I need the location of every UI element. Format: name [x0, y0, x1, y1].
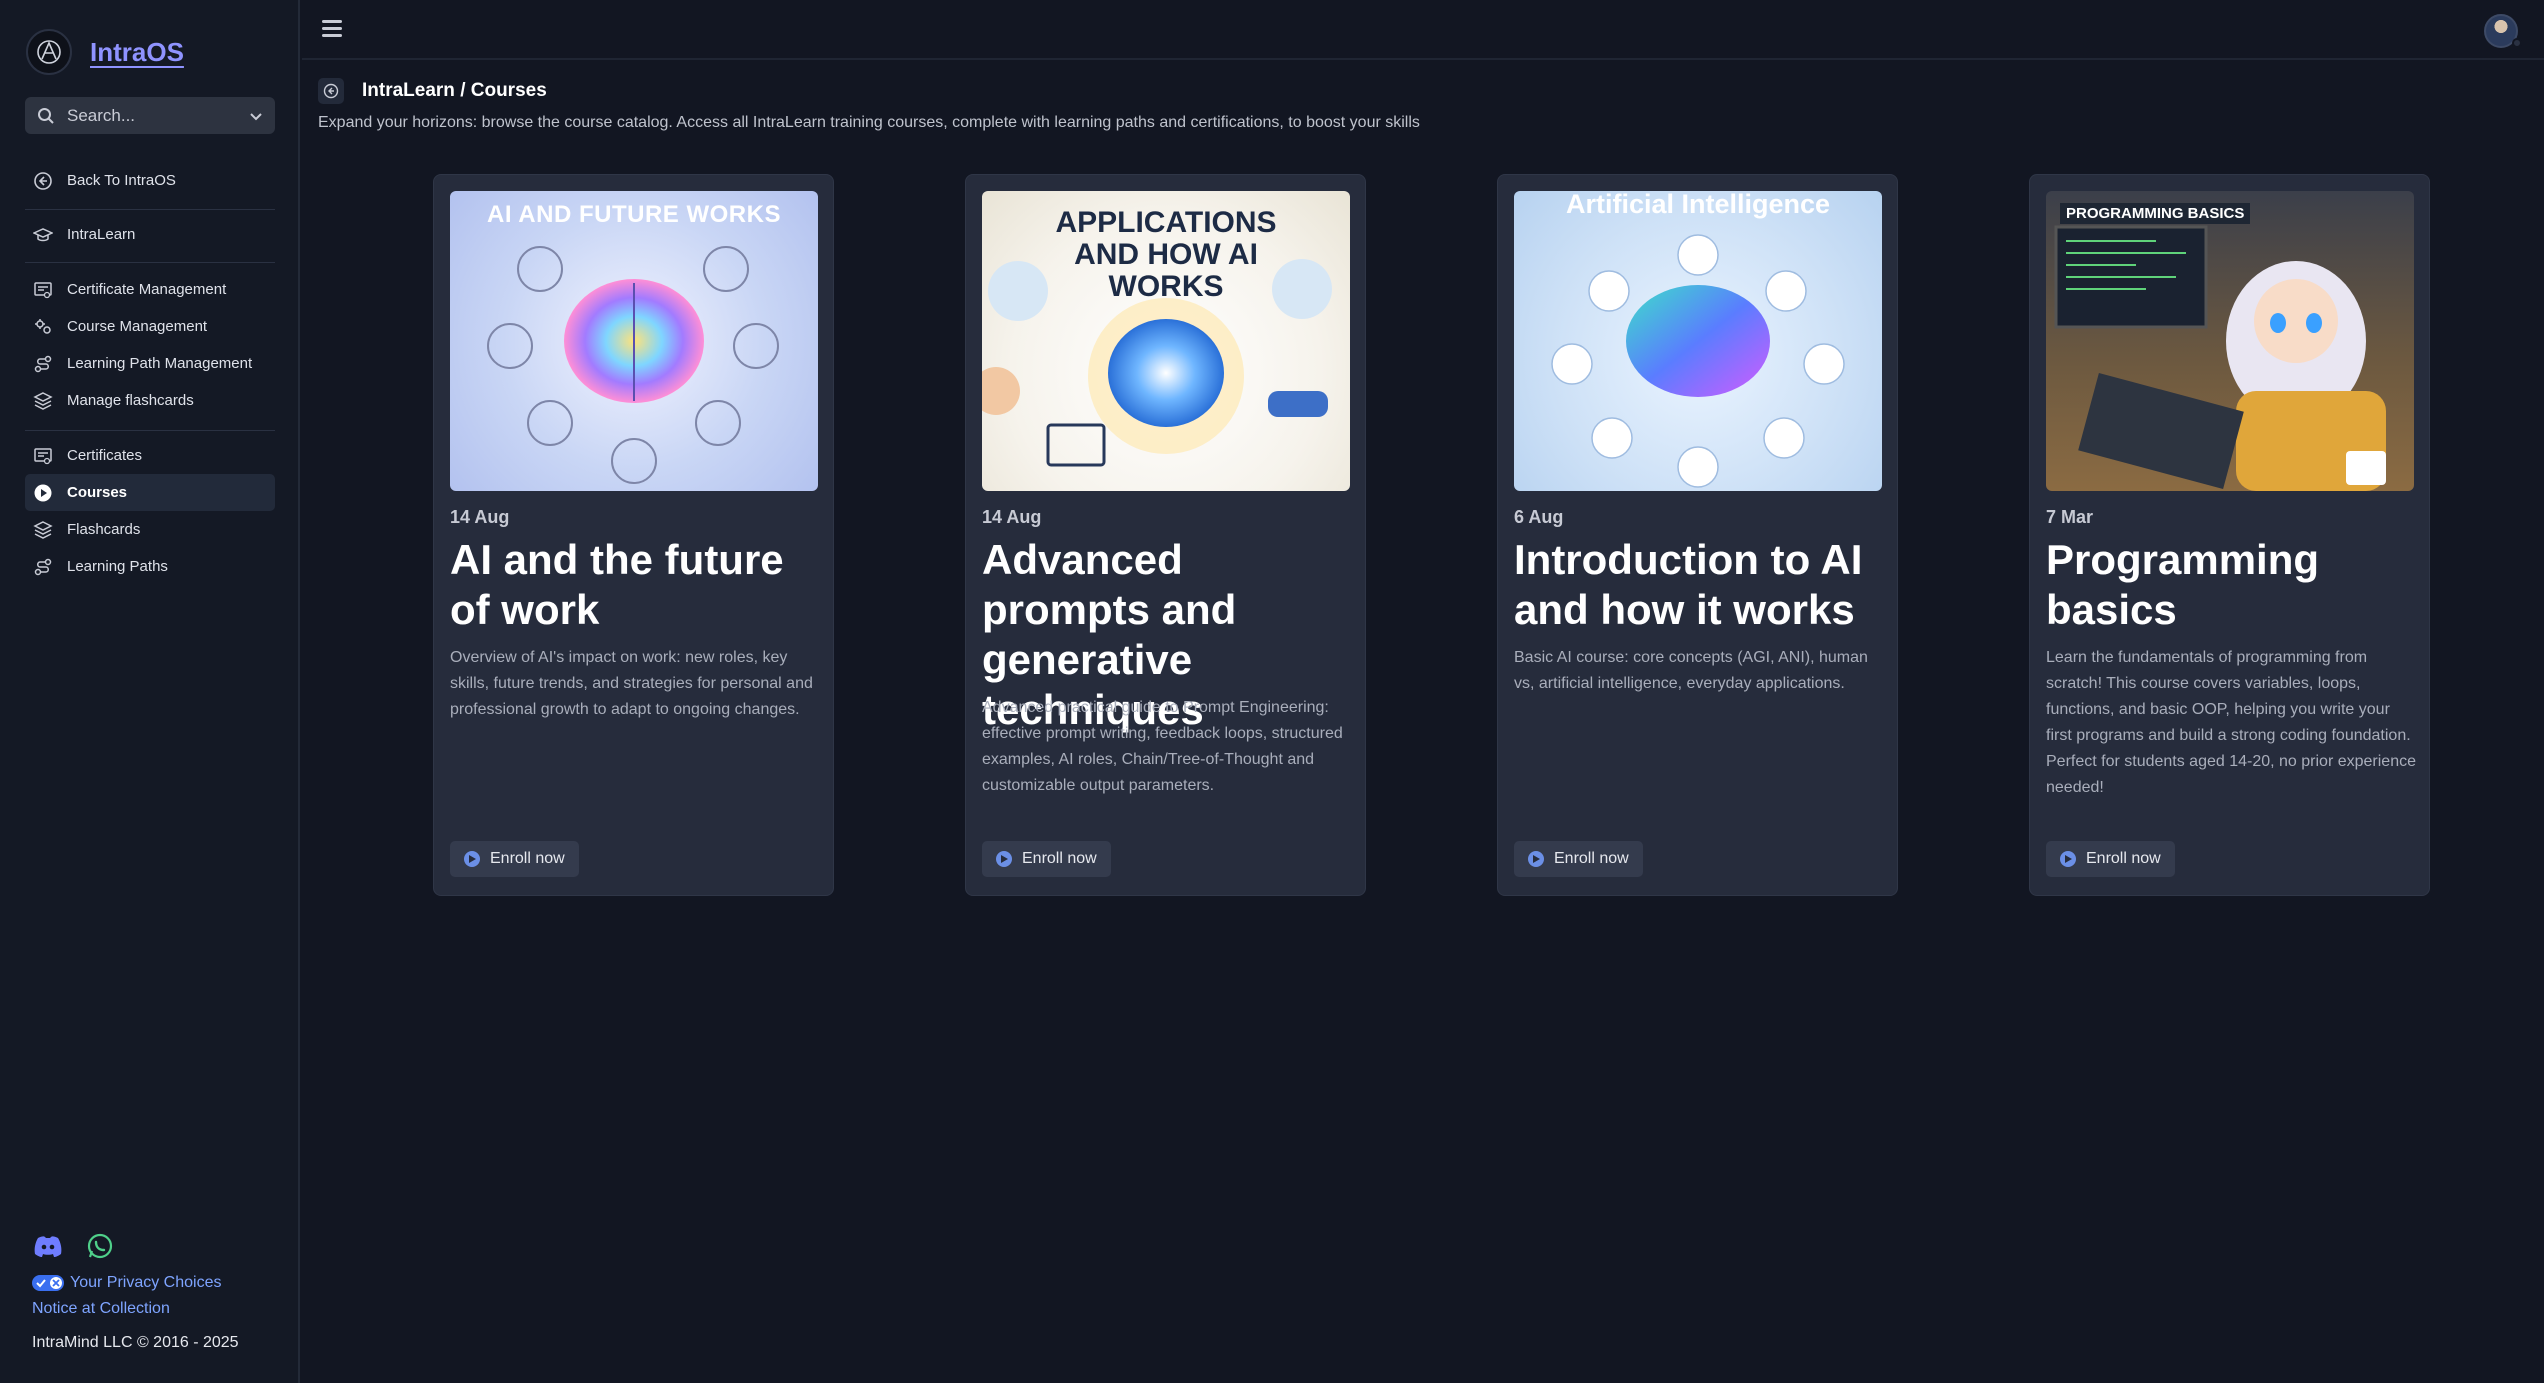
sidebar-item-label: Learning Path Management: [67, 355, 253, 372]
brain-illustration-icon: [487, 246, 779, 484]
search-icon: [38, 107, 54, 124]
arrow-left-circle-icon: [34, 171, 52, 190]
play-circle-icon: [1528, 851, 1544, 867]
course-date: 14 Aug: [982, 507, 1042, 527]
play-circle-icon: [996, 851, 1012, 867]
play-circle-icon: [464, 851, 480, 867]
sidebar-item-label: Back To IntraOS: [67, 172, 176, 189]
brand[interactable]: IntraOS: [26, 28, 184, 76]
status-dot-icon: [2512, 38, 2522, 48]
course-title[interactable]: AI and the future of work: [450, 535, 822, 635]
intraos-logo-icon: [26, 29, 72, 75]
nav-group-main: Back To IntraOS: [25, 162, 275, 199]
privacy-toggle-icon: [32, 1275, 64, 1291]
sidebar-item-intralearn[interactable]: IntraLearn: [25, 216, 275, 253]
breadcrumb: IntraLearn / Courses: [318, 78, 547, 104]
brand-name[interactable]: IntraOS: [90, 37, 184, 68]
certificate-icon: [34, 447, 52, 464]
search-dropdown[interactable]: Search...: [25, 97, 275, 134]
back-button[interactable]: [318, 78, 344, 104]
sidebar-item-label: Certificate Management: [67, 281, 227, 298]
divider: [25, 209, 275, 210]
sidebar-item-course-management[interactable]: Course Management: [25, 308, 275, 345]
course-card[interactable]: PROGRAMMING BASICS 7 Mar Programming bas…: [2029, 174, 2430, 896]
sidebar-item-manage-flashcards[interactable]: Manage flashcards: [25, 382, 275, 419]
chevron-down-icon: [250, 112, 262, 120]
sidebar-item-label: Courses: [67, 484, 128, 501]
graduation-cap-icon: [33, 227, 53, 241]
layers-icon: [33, 391, 53, 410]
course-card[interactable]: Artificial Intelligence 6 Aug Introducti…: [1497, 174, 1898, 896]
course-description: Advanced practical guide to Prompt Engin…: [982, 699, 1343, 794]
sidebar-item-label: Manage flashcards: [67, 392, 194, 409]
enroll-button[interactable]: Enroll now: [1514, 841, 1643, 877]
course-image: APPLICATIONS AND HOW AI WORKS: [982, 191, 1350, 491]
brain-illustration-icon: [982, 259, 1332, 467]
course-date: 14 Aug: [450, 507, 510, 527]
course-image: AI AND FUTURE WORKS: [450, 191, 818, 491]
course-description: Basic AI course: core concepts (AGI, ANI…: [1514, 649, 1868, 692]
social-links: [32, 1230, 116, 1262]
divider: [25, 430, 275, 431]
sidebar-item-back-to-intraos[interactable]: Back To IntraOS: [25, 162, 275, 199]
privacy-choices-link[interactable]: Your Privacy Choices: [32, 1274, 221, 1292]
enroll-label: Enroll now: [2086, 850, 2161, 867]
enroll-label: Enroll now: [490, 850, 565, 867]
course-date: 7 Mar: [2046, 507, 2094, 527]
menu-icon[interactable]: [322, 20, 342, 38]
course-title[interactable]: Introduction to AI and how it works: [1514, 535, 1886, 635]
play-circle-icon: [2060, 851, 2076, 867]
course-date: 6 Aug: [1514, 507, 1564, 527]
arrow-left-circle-icon: [323, 83, 339, 99]
sidebar: IntraOS Search... Back To IntraOS IntraL…: [0, 0, 300, 1383]
brain-illustration-icon: [1551, 234, 1845, 488]
sidebar-item-flashcards[interactable]: Flashcards: [25, 511, 275, 548]
sidebar-item-learning-paths[interactable]: Learning Paths: [25, 548, 275, 585]
play-circle-icon: [34, 484, 52, 501]
enroll-label: Enroll now: [1022, 850, 1097, 867]
search-label: Search...: [67, 105, 136, 125]
page-description: Expand your horizons: browse the course …: [318, 114, 1420, 131]
sidebar-item-label: Course Management: [67, 318, 208, 335]
whatsapp-icon[interactable]: [84, 1230, 116, 1262]
sidebar-item-learning-path-management[interactable]: Learning Path Management: [25, 345, 275, 382]
enroll-label: Enroll now: [1554, 850, 1629, 867]
nav-group-management: Certificate Management Course Management…: [25, 271, 275, 419]
nav-group-learning: Certificates Courses Flashcards Learning…: [25, 437, 275, 585]
route-icon: [34, 355, 52, 372]
sidebar-item-certificate-management[interactable]: Certificate Management: [25, 271, 275, 308]
sidebar-item-courses[interactable]: Courses: [25, 474, 275, 511]
topbar: [302, 0, 2544, 60]
sidebar-item-certificates[interactable]: Certificates: [25, 437, 275, 474]
discord-icon[interactable]: [32, 1230, 64, 1262]
gears-icon: [35, 318, 51, 334]
course-image: PROGRAMMING BASICS: [2046, 191, 2414, 491]
course-image: Artificial Intelligence: [1514, 191, 1882, 491]
enroll-button[interactable]: Enroll now: [450, 841, 579, 877]
divider: [25, 262, 275, 263]
course-description: Learn the fundamentals of programming fr…: [2046, 649, 2416, 796]
layers-icon: [33, 520, 53, 539]
sidebar-item-label: IntraLearn: [67, 226, 136, 243]
enroll-button[interactable]: Enroll now: [982, 841, 1111, 877]
nav-group-app: IntraLearn: [25, 216, 275, 253]
course-card[interactable]: APPLICATIONS AND HOW AI WORKS 14 Aug Adv…: [965, 174, 1366, 896]
page-title: IntraLearn / Courses: [362, 80, 547, 101]
notice-at-collection-link[interactable]: Notice at Collection: [32, 1300, 170, 1318]
certificate-icon: [34, 281, 52, 298]
route-icon: [34, 558, 52, 575]
sidebar-item-label: Certificates: [67, 447, 143, 464]
course-card[interactable]: AI AND FUTURE WORKS 14 Aug AI and the fu…: [433, 174, 834, 896]
sidebar-item-label: Learning Paths: [67, 558, 168, 575]
course-title[interactable]: Programming basics: [2046, 535, 2418, 635]
anime-coder-illustration-icon: [2054, 225, 2386, 491]
course-description: Overview of AI's impact on work: new rol…: [450, 649, 813, 718]
copyright: IntraMind LLC © 2016 - 2025: [32, 1334, 239, 1351]
sidebar-item-label: Flashcards: [67, 521, 141, 538]
enroll-button[interactable]: Enroll now: [2046, 841, 2175, 877]
privacy-label: Your Privacy Choices: [70, 1274, 222, 1291]
